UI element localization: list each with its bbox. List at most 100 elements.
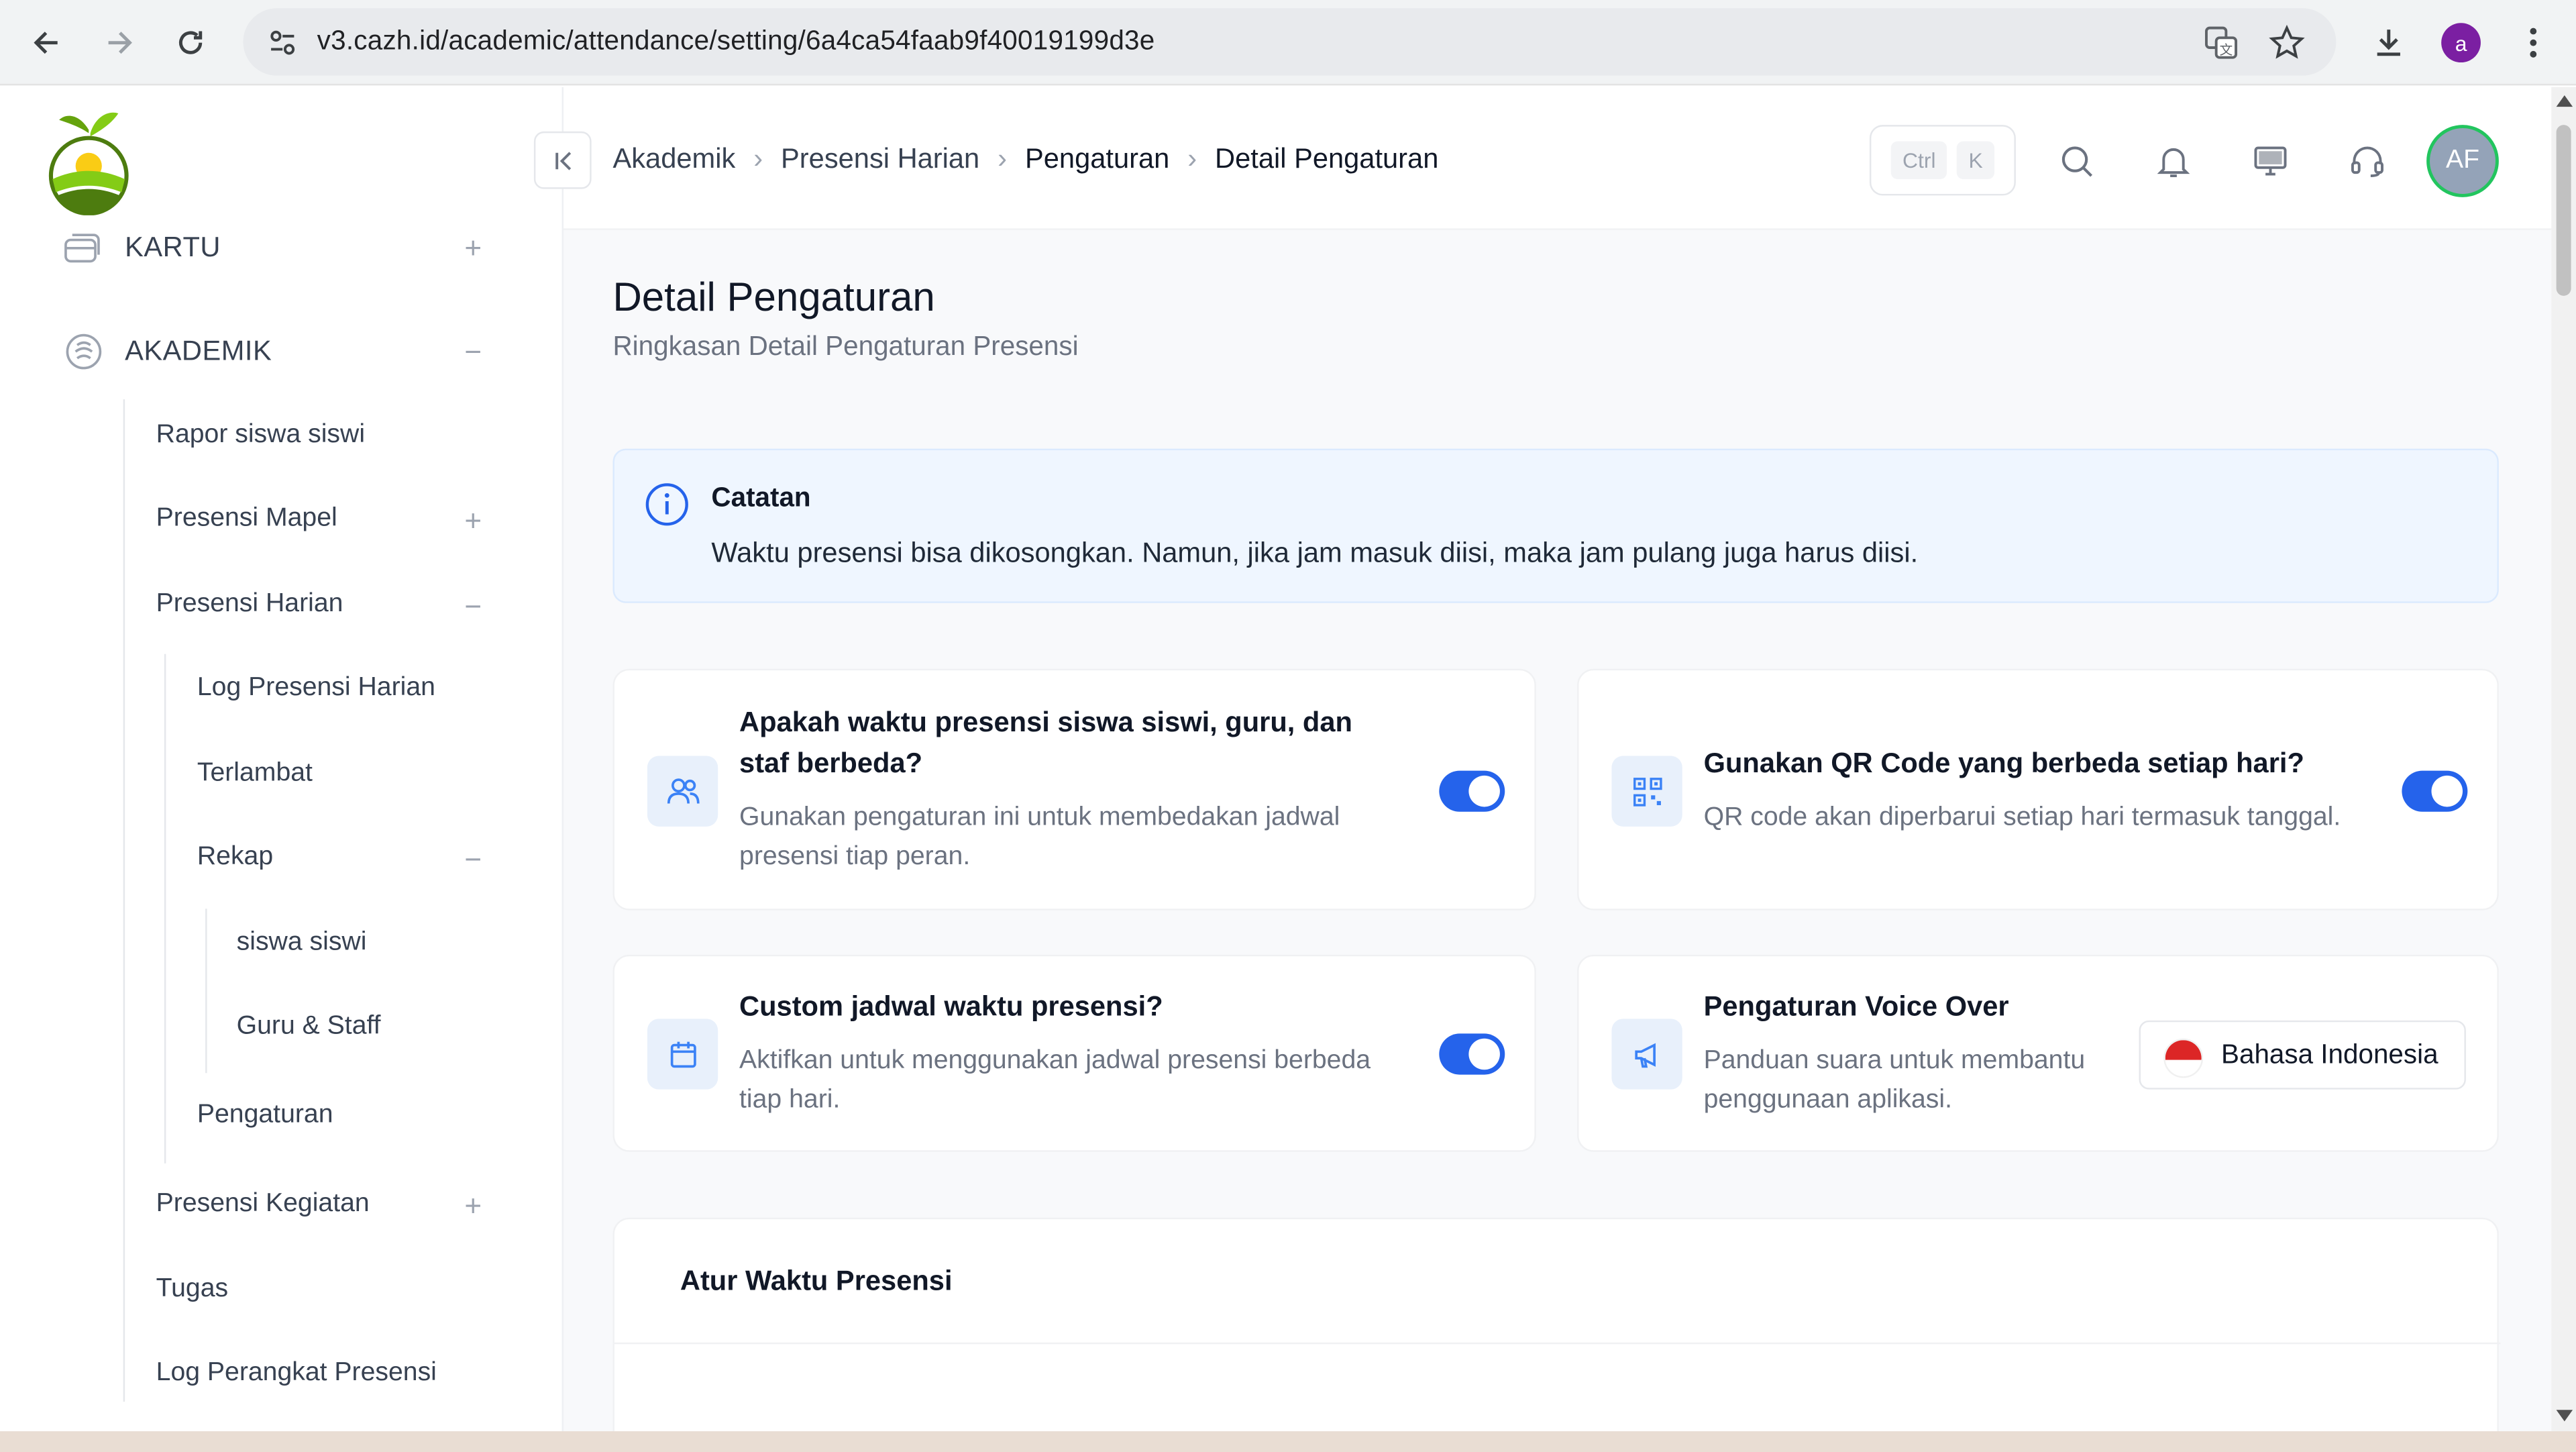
setting-description: presensi tiap peran. [739,843,971,871]
academic-icon [66,333,102,370]
tree-line [123,399,125,1402]
expand-plus-icon[interactable]: + [458,506,488,535]
info-note: Catatan Waktu presensi bisa dikosongkan.… [612,448,2499,603]
page-subtitle: Ringkasan Detail Pengaturan Presensi [612,331,1079,362]
setting-description: QR code akan diperbarui setiap hari term… [1703,803,2341,832]
shortcut-key-ctrl: Ctrl [1890,141,1947,179]
breadcrumb-current: Detail Pengaturan [1215,143,1439,174]
collapse-minus-icon[interactable]: − [458,845,488,874]
nav-section-label: KARTU [125,231,221,263]
setting-description: penggunaan aplikasi. [1703,1086,1952,1114]
back-icon[interactable] [25,19,71,66]
page-title: Detail Pengaturan [612,276,935,321]
breadcrumb-presensi-harian[interactable]: Presensi Harian [781,143,979,176]
nav-section-kartu[interactable]: KARTU [62,230,220,266]
nav-section-akademik[interactable]: AKADEMIK [62,333,272,370]
nav-item-presensi-harian[interactable]: Presensi Harian [156,590,343,619]
section-divider [614,1342,2501,1345]
role-time-toggle[interactable] [1439,770,1505,812]
nav-item-log-presensi-harian[interactable]: Log Presensi Harian [197,674,435,703]
collapse-minus-icon[interactable]: − [458,337,488,366]
user-avatar[interactable]: AF [2426,125,2499,197]
search-icon[interactable] [2057,142,2096,181]
time-section-title: Atur Waktu Presensi [680,1265,953,1297]
bell-icon[interactable] [2154,142,2194,181]
info-icon [644,482,690,536]
scroll-down-arrow-icon[interactable] [2556,1410,2573,1422]
nav-item-log-perangkat[interactable]: Log Perangkat Presensi [156,1359,437,1388]
url-text[interactable]: v3.cazh.id/academic/attendance/setting/6… [317,26,1155,58]
app-root: v3.cazh.id/academic/attendance/setting/6… [0,0,2576,1452]
sidebar: KARTU + AKADEMIK − Rapor siswa siswi Pre… [0,87,564,1432]
taskbar-strip [0,1431,2576,1452]
monitor-icon[interactable] [2251,142,2290,181]
breadcrumb: Akademik › Presensi Harian › Pengaturan … [612,143,1438,176]
collapse-left-icon [555,151,570,170]
setting-title: Pengaturan Voice Over [1703,990,2009,1023]
site-settings-icon[interactable] [268,28,297,66]
card-icon [64,234,100,263]
setting-title: Gunakan QR Code yang berbeda setiap hari… [1703,747,2304,779]
setting-card-role-time: Apakah waktu presensi siswa siswi, guru,… [612,668,1536,911]
browser-profile-avatar[interactable]: a [2441,23,2481,63]
reload-icon[interactable] [168,19,214,66]
setting-title: Apakah waktu presensi siswa siswi, guru,… [739,707,1352,738]
tree-line [164,654,166,1163]
download-icon[interactable] [2366,19,2412,66]
bookmark-star-icon[interactable] [2269,24,2305,69]
app-header: Akademik › Presensi Harian › Pengaturan … [533,87,2552,230]
note-title: Catatan [711,483,811,513]
nav-section-label: AKADEMIK [125,335,272,367]
breadcrumb-pengaturan[interactable]: Pengaturan [1025,143,1169,176]
voice-language-select[interactable]: Bahasa Indonesia [2139,1020,2466,1090]
command-palette-button[interactable]: Ctrl K [1869,125,2016,196]
main-content: Detail Pengaturan Ringkasan Detail Penga… [564,229,2552,1452]
browser-menu-icon[interactable] [2510,19,2557,66]
expand-plus-icon[interactable]: + [458,1192,488,1221]
nav-item-terlambat[interactable]: Terlambat [197,759,313,788]
setting-description: Aktifkan untuk menggunakan jadwal presen… [739,1047,1371,1075]
tree-line [205,909,207,1074]
address-bar[interactable]: v3.cazh.id/academic/attendance/setting/6… [243,8,2337,76]
translate-icon[interactable]: 文 [2203,25,2239,69]
browser-toolbar: v3.cazh.id/academic/attendance/setting/6… [0,0,2576,86]
time-settings-section: Atur Waktu Presensi [612,1217,2501,1452]
megaphone-icon [1611,1019,1682,1090]
nav-item-rekap[interactable]: Rekap [197,843,273,872]
headset-icon[interactable] [2348,142,2387,181]
nav-item-presensi-kegiatan[interactable]: Presensi Kegiatan [156,1190,370,1219]
chevron-right-icon: › [998,143,1008,174]
scrollbar-thumb[interactable] [2556,125,2571,296]
nav-item-rekap-guru[interactable]: Guru & Staff [237,1013,381,1042]
scroll-up-arrow-icon[interactable] [2556,95,2573,107]
setting-description: tiap hari. [739,1086,841,1114]
nav-item-presensi-mapel[interactable]: Presensi Mapel [156,505,337,534]
setting-title: staf berbeda? [739,747,923,779]
users-icon [647,756,718,827]
nav-item-pengaturan[interactable]: Pengaturan [197,1101,333,1131]
chevron-right-icon: › [1187,143,1197,174]
setting-card-daily-qr: Gunakan QR Code yang berbeda setiap hari… [1577,668,2499,911]
expand-plus-icon[interactable]: + [458,234,488,263]
page-scrollbar[interactable] [2551,87,2576,1432]
nav-item-rapor[interactable]: Rapor siswa siswi [156,421,365,450]
breadcrumb-akademik[interactable]: Akademik [612,143,735,176]
nav-item-rekap-siswa[interactable]: siswa siswi [237,929,367,958]
collapse-minus-icon[interactable]: − [458,592,488,621]
nav-item-tugas[interactable]: Tugas [156,1275,228,1304]
daily-qr-toggle[interactable] [2402,770,2468,812]
setting-card-voice-over: Pengaturan Voice Over Panduan suara untu… [1577,954,2499,1152]
forward-icon[interactable] [95,19,142,66]
app-logo[interactable] [46,107,131,223]
shortcut-key-k: K [1957,141,1994,179]
setting-description: Panduan suara untuk membantu [1703,1047,2086,1075]
chevron-right-icon: › [753,143,763,174]
qr-code-icon [1611,756,1682,827]
collapse-sidebar-button[interactable] [533,131,592,189]
voice-language-value: Bahasa Indonesia [2221,1040,2438,1070]
setting-card-custom-schedule: Custom jadwal waktu presensi? Aktifkan u… [612,954,1536,1152]
note-text: Waktu presensi bisa dikosongkan. Namun, … [711,537,1919,569]
calendar-icon [647,1019,718,1090]
setting-title: Custom jadwal waktu presensi? [739,990,1163,1023]
custom-schedule-toggle[interactable] [1439,1033,1505,1075]
